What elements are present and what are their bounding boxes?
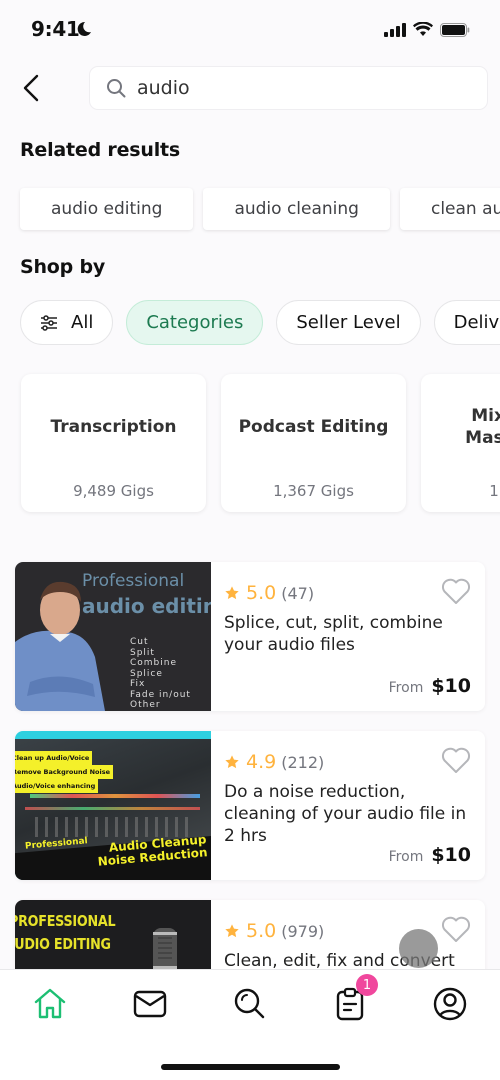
tab-inbox[interactable] — [130, 984, 170, 1024]
moon-icon — [77, 21, 91, 36]
tab-orders[interactable]: 1 — [330, 974, 378, 1024]
rating-value: 5.0 — [246, 920, 277, 942]
filter-delivery-time[interactable]: Delivery Time — [433, 300, 500, 345]
gig-title: Do a noise reduction, cleaning of your a… — [224, 782, 467, 846]
rating-count: (47) — [281, 583, 315, 603]
user-icon — [433, 987, 467, 1021]
related-results-title: Related results — [20, 139, 181, 161]
thumb-bullet: Other — [130, 700, 161, 710]
orders-badge: 1 — [356, 974, 378, 996]
status-bar: 9:41 — [0, 0, 500, 60]
gig-rating: 4.9 (212) — [224, 751, 324, 773]
search-bar[interactable] — [89, 66, 488, 110]
thumb-bullet: Splice — [130, 668, 163, 679]
thumb-headline: AUDIO EDITING — [15, 935, 111, 953]
related-chip[interactable]: audio cleaning — [203, 188, 390, 230]
filter-categories[interactable]: Categories — [126, 300, 264, 345]
thumb-headline: audio editing — [82, 594, 211, 618]
category-gig-count: 1,367 Gigs — [273, 482, 354, 500]
wifi-icon — [413, 22, 433, 36]
tab-home[interactable] — [30, 984, 70, 1024]
gig-title: Splice, cut, split, combine your audio f… — [224, 613, 443, 655]
price-prefix: From — [388, 680, 424, 696]
star-icon — [225, 755, 239, 769]
sliders-icon — [41, 314, 57, 331]
filter-all[interactable]: All — [20, 300, 114, 345]
gig-thumbnail: Professional audio editing Cut Split Com… — [15, 562, 211, 711]
category-card[interactable]: Transcription 9,489 Gigs — [21, 374, 206, 512]
search-icon — [234, 988, 265, 1019]
star-icon — [225, 586, 239, 600]
related-results-list: audio editing audio cleaning clean audio — [20, 188, 500, 230]
category-card[interactable]: Mixing & Mastering 1,20… — [421, 374, 500, 512]
heart-icon[interactable] — [441, 916, 471, 943]
category-name: Podcast Editing — [238, 417, 389, 437]
thumb-bullets: Cut Split Combine Splice Fix Fade in/out… — [130, 637, 191, 711]
thumb-tag: Remove Background Noise — [15, 765, 113, 779]
gig-rating: 5.0 (47) — [224, 582, 314, 604]
thumb-bullet: Fix — [130, 679, 146, 689]
gig-thumbnail: Clean up Audio/Voice Remove Background N… — [15, 731, 211, 880]
gig-price: From $10 — [389, 675, 471, 697]
tab-profile[interactable] — [430, 984, 470, 1024]
rating-value: 4.9 — [246, 751, 277, 773]
related-chip[interactable]: clean audio — [399, 188, 500, 230]
touch-indicator — [399, 929, 438, 968]
gig-info: 5.0 (47) Splice, cut, split, combine you… — [224, 562, 485, 711]
filter-all-label: All — [71, 312, 94, 333]
heart-icon[interactable] — [441, 747, 471, 774]
gig-rating: 5.0 (979) — [224, 920, 324, 942]
status-time: 9:41 — [31, 17, 80, 41]
search-header — [0, 66, 500, 110]
price-value: $10 — [431, 844, 471, 866]
thumb-tags: Clean up Audio/Voice Remove Background N… — [15, 751, 113, 793]
rating-count: (212) — [281, 752, 325, 772]
status-icons — [384, 22, 470, 37]
thumb-headline: PROFESSIONAL — [15, 912, 116, 930]
category-name: Transcription — [50, 417, 177, 437]
thumb-tag: Audio/Voice enhancing — [15, 779, 99, 793]
thumb-bullet: Cut — [130, 637, 149, 647]
category-cards: Transcription 9,489 Gigs Podcast Editing… — [21, 374, 500, 512]
thumb-headline: Professional — [82, 571, 185, 591]
cellular-signal-icon — [384, 22, 406, 37]
shop-by-filters: All Categories Seller Level Delivery Tim… — [20, 300, 500, 345]
category-gig-count: 9,489 Gigs — [73, 482, 154, 500]
rating-count: (979) — [281, 921, 325, 941]
gig-card[interactable]: Professional audio editing Cut Split Com… — [15, 562, 485, 711]
battery-icon — [440, 22, 470, 37]
gig-card[interactable]: Clean up Audio/Voice Remove Background N… — [15, 731, 485, 880]
tab-search[interactable] — [230, 984, 270, 1024]
gig-price: From $10 — [389, 844, 471, 866]
mail-icon — [133, 990, 167, 1018]
rating-value: 5.0 — [246, 582, 277, 604]
star-icon — [225, 924, 239, 938]
chevron-left-icon — [23, 74, 39, 102]
category-card[interactable]: Podcast Editing 1,367 Gigs — [221, 374, 406, 512]
back-button[interactable] — [20, 74, 44, 102]
related-chip[interactable]: audio editing — [20, 188, 194, 230]
gig-info: 4.9 (212) Do a noise reduction, cleaning… — [224, 731, 485, 880]
search-input[interactable] — [137, 77, 457, 99]
heart-icon[interactable] — [441, 578, 471, 605]
price-prefix: From — [388, 849, 424, 865]
shop-by-title: Shop by — [20, 256, 106, 278]
category-gig-count: 1,20… — [489, 482, 500, 500]
thumb-tag: Clean up Audio/Voice — [15, 751, 93, 765]
thumb-bullet: Split — [130, 647, 155, 658]
filter-seller-level[interactable]: Seller Level — [276, 300, 421, 345]
thumb-bullet: Fade in/out — [130, 689, 191, 700]
thumb-bullet: Combine — [130, 658, 178, 668]
price-value: $10 — [431, 675, 471, 697]
home-icon — [34, 988, 66, 1019]
home-indicator[interactable] — [161, 1064, 340, 1070]
category-name: Mixing & Mastering — [465, 406, 500, 448]
search-icon — [107, 79, 126, 98]
